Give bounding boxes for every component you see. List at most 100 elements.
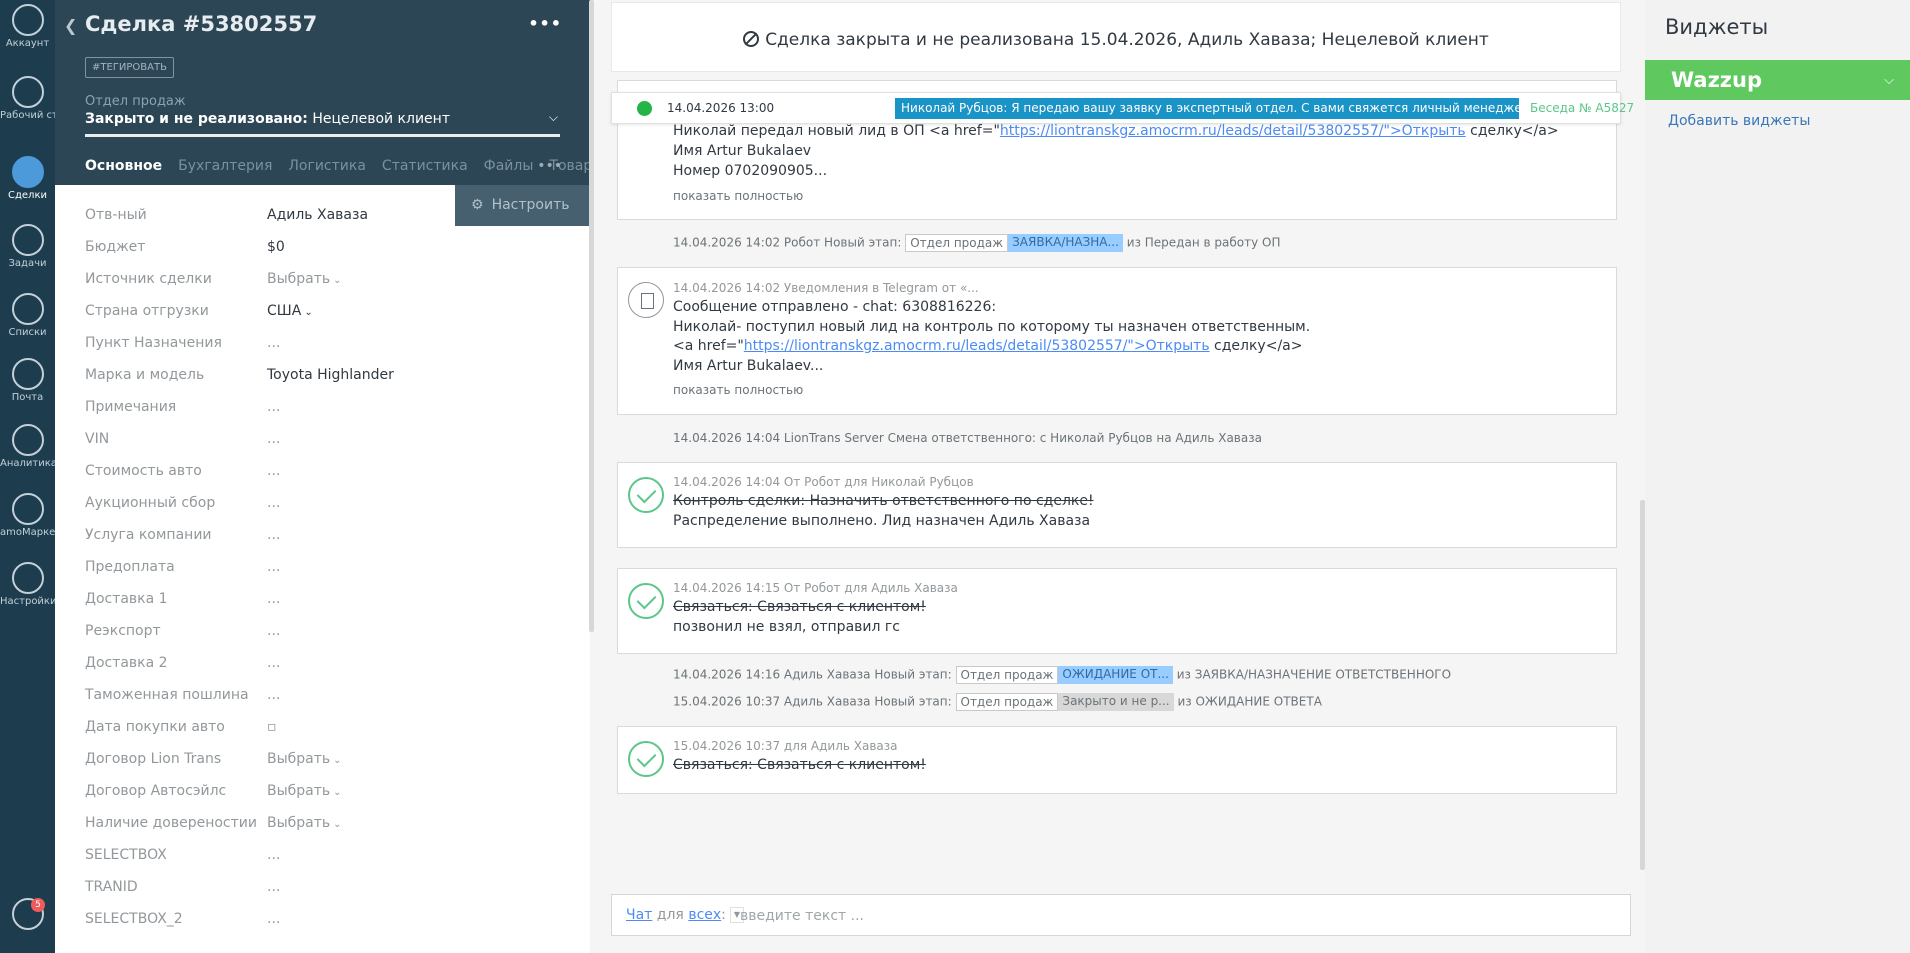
whatsapp-message[interactable]: Николай Рубцов: Я передаю вашу заявку в … xyxy=(895,98,1519,119)
wazzup-widget[interactable]: Wazzup ⌵ xyxy=(1645,60,1910,100)
field-selectbox-2[interactable]: SELECTBOX_2... xyxy=(85,909,585,941)
field-value[interactable]: ... xyxy=(267,399,280,415)
field-select[interactable]: Выбрать ⌄ xyxy=(267,751,342,767)
nav-item-deals[interactable]: Сделки xyxy=(0,156,55,202)
recipients-link[interactable]: всех xyxy=(688,907,721,923)
field-make-model[interactable]: Марка и модель Toyota Highlander xyxy=(85,365,585,397)
settings-icon xyxy=(11,562,44,594)
show-more-link[interactable]: показать полностью xyxy=(673,383,803,397)
field-value[interactable]: ... xyxy=(267,559,280,575)
field-tranid[interactable]: TRANID... xyxy=(85,877,585,909)
tab-logistics[interactable]: Логистика xyxy=(288,158,366,174)
pipeline-chip: Отдел продаж xyxy=(955,693,1059,711)
field-value[interactable]: ... xyxy=(267,847,280,863)
field-shipping-country[interactable]: Страна отгрузки США ⌄ xyxy=(85,301,585,333)
field-select[interactable]: Выбрать ⌄ xyxy=(267,783,342,799)
status-reason: Нецелевой клиент xyxy=(312,111,450,127)
field-label: Договор Автосэйлс xyxy=(85,783,227,799)
task-title: Контроль сделки: Назначить ответственног… xyxy=(673,493,1094,509)
chevron-down-icon[interactable]: ⌵ xyxy=(1884,73,1894,88)
field-label: Источник сделки xyxy=(85,271,212,287)
field-value[interactable]: $0 xyxy=(267,239,285,255)
more-options-icon[interactable]: ••• xyxy=(528,14,562,33)
field-label: Договор Lion Trans xyxy=(85,751,222,767)
deal-card-header: ❮ Сделка #53802557 ••• #ТЕГИРОВАТЬ Отдел… xyxy=(55,0,590,185)
back-icon[interactable]: ❮ xyxy=(64,16,77,35)
field-contract-lion-trans[interactable]: Договор Lion Trans Выбрать ⌄ xyxy=(85,749,585,781)
nav-item-mail[interactable]: Почта xyxy=(0,358,55,404)
field-value[interactable]: ... xyxy=(267,655,280,671)
chat-message-input[interactable] xyxy=(740,905,1600,927)
event-from: из Передан в работу ОП xyxy=(1126,235,1281,250)
nav-item-analytics[interactable]: Аналитика xyxy=(0,424,55,470)
field-vin[interactable]: VIN... xyxy=(85,429,585,461)
task-meta: 14.04.2026 14:15 От Робот для Адиль Хава… xyxy=(673,581,958,595)
add-widgets-link[interactable]: Добавить виджеты xyxy=(1668,113,1810,129)
field-delivery-2[interactable]: Доставка 2... xyxy=(85,653,585,685)
field-selectbox[interactable]: SELECTBOX... xyxy=(85,845,585,877)
account-icon xyxy=(11,4,44,36)
tab-files[interactable]: Файлы xyxy=(484,158,534,174)
nav-item-settings[interactable]: Настройки xyxy=(0,562,55,608)
field-destination[interactable]: Пункт Назначения... xyxy=(85,333,585,365)
field-responsible[interactable]: Отв-ный Адиль Хаваза xyxy=(85,205,585,237)
nav-item-tasks[interactable]: Задачи xyxy=(0,224,55,270)
mail-icon xyxy=(11,358,44,390)
field-car-price[interactable]: Стоимость авто... xyxy=(85,461,585,493)
field-value[interactable]: ... xyxy=(267,879,280,895)
whatsapp-message-bar[interactable]: 14.04.2026 13:00 Николай Рубцов: Я перед… xyxy=(611,92,1634,124)
field-value[interactable]: ... xyxy=(267,591,280,607)
tab-accounting[interactable]: Бухгалтерия xyxy=(178,158,272,174)
nav-item-account[interactable]: Аккаунт xyxy=(0,4,55,50)
nav-item-notifications[interactable]: 5 xyxy=(0,898,55,932)
field-prepayment[interactable]: Предоплата... xyxy=(85,557,585,589)
calendar-icon[interactable]: ▫ xyxy=(267,719,277,735)
field-value[interactable]: ... xyxy=(267,335,280,351)
field-company-service[interactable]: Услуга компании... xyxy=(85,525,585,557)
field-contract-autosales[interactable]: Договор Автосэйлс Выбрать ⌄ xyxy=(85,781,585,813)
field-customs-duty[interactable]: Таможенная пошлина... xyxy=(85,685,585,717)
field-select[interactable]: Выбрать ⌄ xyxy=(267,815,342,831)
tab-statistics[interactable]: Статистика xyxy=(382,158,468,174)
deal-status[interactable]: Закрыто и не реализовано: Нецелевой клие… xyxy=(85,111,450,127)
field-value[interactable]: ... xyxy=(267,623,280,639)
field-purchase-date[interactable]: Дата покупки авто ▫ xyxy=(85,717,585,749)
stage-chip: Закрыто и не р... xyxy=(1058,693,1174,711)
field-select[interactable]: США ⌄ xyxy=(267,303,313,319)
conversation-link[interactable]: Беседа № A5827 xyxy=(1530,101,1634,115)
completed-task: 14.04.2026 14:15 От Робот для Адиль Хава… xyxy=(617,568,1617,654)
field-label: Примечания xyxy=(85,399,177,415)
tab-main[interactable]: Основное xyxy=(85,158,162,174)
note-line: Имя Artur Bukalaev xyxy=(673,143,812,159)
field-reexport[interactable]: Реэкспорт... xyxy=(85,621,585,653)
field-auction-fee[interactable]: Аукционный сбор... xyxy=(85,493,585,525)
field-value[interactable]: ... xyxy=(267,527,280,543)
field-deal-source[interactable]: Источник сделки Выбрать ⌄ xyxy=(85,269,585,301)
field-value[interactable]: ... xyxy=(267,687,280,703)
field-label: Доставка 2 xyxy=(85,655,168,671)
field-value[interactable]: Toyota Highlander xyxy=(267,367,394,383)
show-more-link[interactable]: показать полностью xyxy=(673,189,803,203)
field-select[interactable]: Выбрать ⌄ xyxy=(267,271,342,287)
field-budget[interactable]: Бюджет $0 xyxy=(85,237,585,269)
nav-item-lists[interactable]: Списки xyxy=(0,293,55,339)
field-delivery-1[interactable]: Доставка 1... xyxy=(85,589,585,621)
chat-type-link[interactable]: Чат xyxy=(626,907,652,923)
nav-item-dashboard[interactable]: Рабочий стол xyxy=(0,76,55,122)
note-text: Николай передал новый лид в ОП <a href=" xyxy=(673,123,1000,139)
tabs-more-icon[interactable]: ••• xyxy=(537,158,562,174)
field-value[interactable]: ... xyxy=(267,911,280,927)
field-label: Доставка 1 xyxy=(85,591,168,607)
field-notes[interactable]: Примечания... xyxy=(85,397,585,429)
field-value[interactable]: Адиль Хаваза xyxy=(267,207,368,223)
field-value[interactable]: ... xyxy=(267,431,280,447)
deal-link[interactable]: https://liontranskgz.amocrm.ru/leads/det… xyxy=(1000,123,1466,139)
field-value[interactable]: ... xyxy=(267,495,280,511)
field-power-of-attorney[interactable]: Наличие довереностии Выбрать ⌄ xyxy=(85,813,585,845)
field-value[interactable]: ... xyxy=(267,463,280,479)
deal-link[interactable]: https://liontranskgz.amocrm.ru/leads/det… xyxy=(744,338,1210,354)
nav-item-market[interactable]: amoМаркет xyxy=(0,493,55,539)
chevron-down-icon[interactable]: ⌵ xyxy=(549,110,558,125)
deal-title[interactable]: Сделка #53802557 xyxy=(85,12,317,36)
tag-button[interactable]: #ТЕГИРОВАТЬ xyxy=(85,57,174,78)
